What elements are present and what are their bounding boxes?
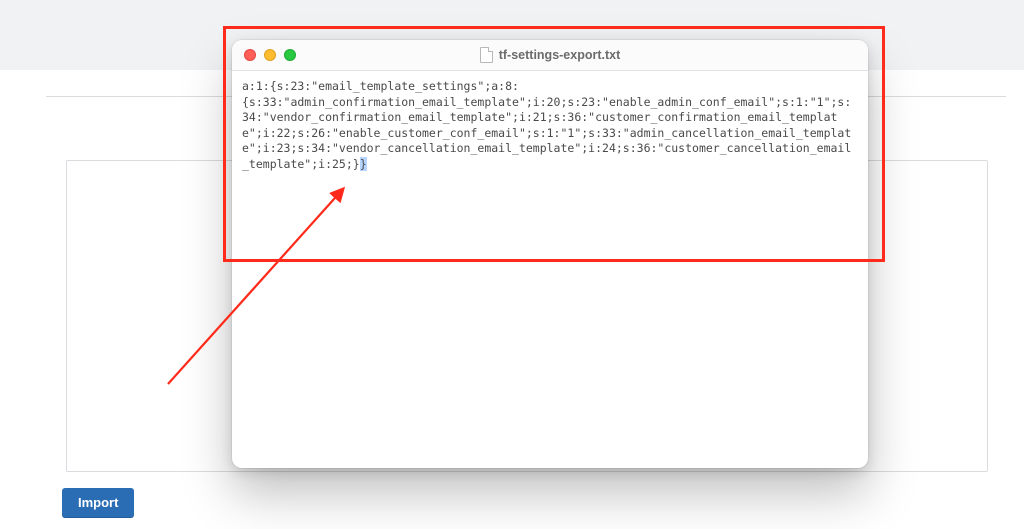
window-titlebar[interactable]: tf-settings-export.txt (232, 40, 868, 71)
window-title: tf-settings-export.txt (232, 47, 868, 63)
zoom-icon[interactable] (284, 49, 296, 61)
close-icon[interactable] (244, 49, 256, 61)
file-content-text: a:1:{s:23:"email_template_settings";a:8:… (242, 79, 851, 171)
file-icon (480, 47, 493, 63)
selection-caret: } (360, 157, 367, 171)
minimize-icon[interactable] (264, 49, 276, 61)
traffic-lights (232, 49, 296, 61)
text-file-window: tf-settings-export.txt a:1:{s:23:"email_… (232, 40, 868, 468)
window-filename: tf-settings-export.txt (499, 48, 621, 62)
import-button[interactable]: Import (62, 488, 134, 518)
file-content[interactable]: a:1:{s:23:"email_template_settings";a:8:… (232, 71, 868, 469)
